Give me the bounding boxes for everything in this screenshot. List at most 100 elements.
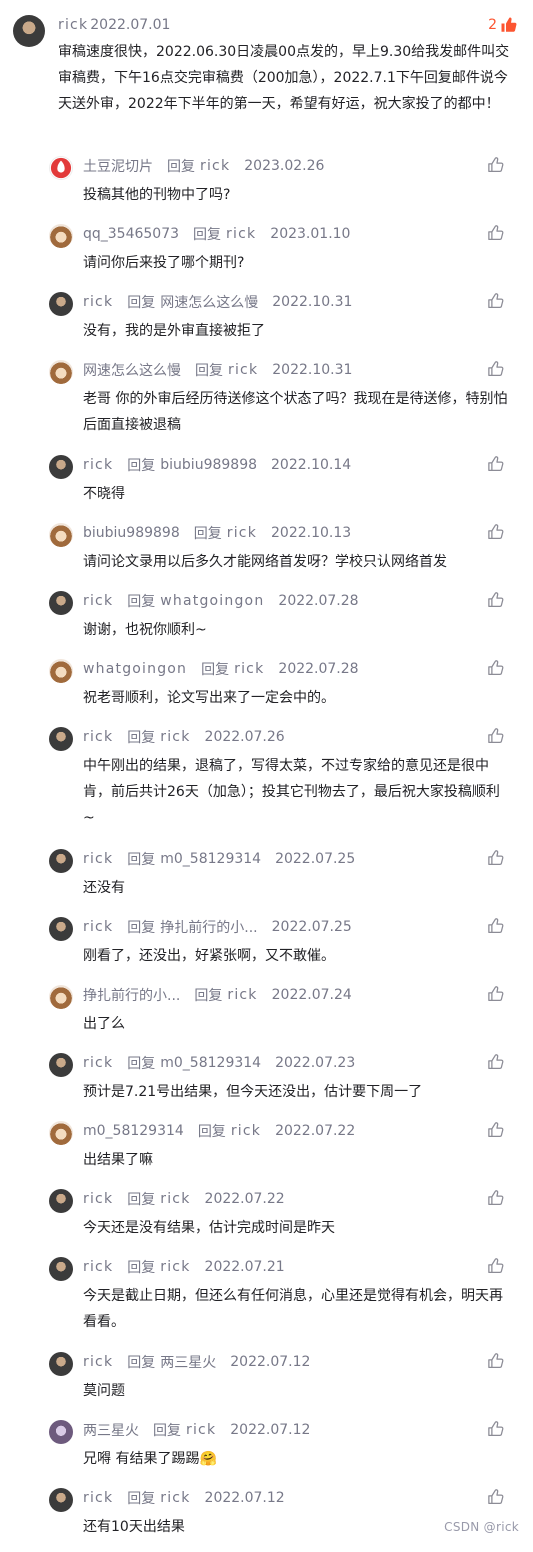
reply-username[interactable]: rick [83, 593, 113, 609]
reply-username[interactable]: rick [83, 729, 113, 745]
avatar[interactable] [49, 1488, 73, 1512]
avatar[interactable] [13, 15, 45, 47]
avatar[interactable] [49, 849, 73, 873]
avatar[interactable] [49, 727, 73, 751]
reply-target-username[interactable]: 挣扎前行的小... [160, 917, 257, 937]
reply-header: rick 回复 网速怎么这么慢 2022.10.31 [83, 291, 352, 313]
reply-target-username[interactable]: whatgoingon [160, 593, 264, 609]
thumbs-up-icon [488, 1122, 504, 1138]
reply-label: 回复 [197, 1124, 226, 1140]
thumbs-up-icon [488, 1190, 504, 1206]
reply-username[interactable]: rick [83, 851, 113, 867]
avatar[interactable] [49, 455, 73, 479]
reply-username[interactable]: biubiu989898 [83, 525, 180, 541]
avatar[interactable] [49, 1257, 73, 1281]
reply-username[interactable]: 两三星火 [83, 1420, 139, 1440]
like-button[interactable] [487, 455, 505, 473]
reply-target-username[interactable]: rick [160, 1490, 190, 1506]
avatar[interactable] [49, 156, 73, 180]
reply-target-username[interactable]: rick [160, 1191, 190, 1207]
reply-target-username[interactable]: 网速怎么这么慢 [160, 292, 258, 312]
comment-username[interactable]: rick [58, 17, 88, 33]
like-button[interactable] [487, 659, 505, 677]
like-button[interactable] [487, 917, 505, 935]
like-button[interactable] [487, 849, 505, 867]
reply-username[interactable]: rick [83, 457, 113, 473]
reply-username[interactable]: rick [83, 1055, 113, 1071]
like-button[interactable] [487, 985, 505, 1003]
reply-username[interactable]: rick [83, 1354, 113, 1370]
reply-item: rick 回复 m0_58129314 2022.07.23 预计是7.21号出结果，但… [0, 1049, 533, 1117]
avatar[interactable] [49, 292, 73, 316]
avatar[interactable] [49, 1352, 73, 1376]
reply-label: 回复 [194, 988, 223, 1004]
avatar[interactable] [49, 1121, 73, 1145]
reply-header: rick 回复 biubiu989898 2022.10.14 [83, 454, 351, 476]
like-button[interactable] [487, 1121, 505, 1139]
reply-label: 回复 [127, 295, 156, 311]
avatar[interactable] [49, 224, 73, 248]
reply-username[interactable]: 网速怎么这么慢 [83, 360, 181, 380]
reply-label: 回复 [193, 526, 222, 542]
reply-target-username[interactable]: rick [227, 987, 257, 1003]
like-button[interactable] [487, 1420, 505, 1438]
reply-header: rick 回复 两三星火 2022.07.12 [83, 1351, 310, 1373]
avatar[interactable] [49, 591, 73, 615]
like-button[interactable] [487, 1352, 505, 1370]
reply-username[interactable]: rick [83, 1191, 113, 1207]
avatar[interactable] [49, 1053, 73, 1077]
reply-target-username[interactable]: m0_58129314 [160, 851, 261, 867]
like-button[interactable] [487, 1053, 505, 1071]
reply-username[interactable]: rick [83, 294, 113, 310]
reply-target-username[interactable]: rick [227, 525, 257, 541]
avatar[interactable] [49, 917, 73, 941]
reply-target-username[interactable]: m0_58129314 [160, 1055, 261, 1071]
reply-item: rick 回复 m0_58129314 2022.07.25 还没有 [0, 845, 533, 913]
reply-target-username[interactable]: rick [160, 729, 190, 745]
reply-target-username[interactable]: rick [186, 1422, 216, 1438]
thumbs-up-icon [488, 850, 504, 866]
thumbs-up-icon [488, 361, 504, 377]
reply-target-username[interactable]: rick [231, 1123, 261, 1139]
reply-header: 两三星火 回复 rick 2022.07.12 [83, 1419, 310, 1441]
reply-target-username[interactable]: rick [228, 362, 258, 378]
avatar[interactable] [49, 659, 73, 683]
reply-date: 2022.10.31 [272, 362, 353, 378]
reply-target-username[interactable]: 两三星火 [160, 1352, 216, 1372]
avatar[interactable] [49, 1420, 73, 1444]
reply-username[interactable]: whatgoingon [83, 661, 187, 677]
reply-target-username[interactable]: rick [234, 661, 264, 677]
like-button[interactable] [487, 292, 505, 310]
reply-target-username[interactable]: rick [160, 1259, 190, 1275]
reply-date: 2023.02.26 [244, 158, 325, 174]
avatar[interactable] [49, 360, 73, 384]
avatar[interactable] [49, 523, 73, 547]
reply-date: 2022.07.22 [204, 1191, 285, 1207]
reply-header: 挣扎前行的小... 回复 rick 2022.07.24 [83, 984, 352, 1006]
like-button[interactable] [487, 1257, 505, 1275]
reply-username[interactable]: 土豆泥切片 [83, 156, 153, 176]
reply-username[interactable]: rick [83, 1259, 113, 1275]
reply-target-username[interactable]: rick [226, 226, 256, 242]
avatar[interactable] [49, 1189, 73, 1213]
like-button[interactable] [487, 1189, 505, 1207]
reply-username[interactable]: rick [83, 1490, 113, 1506]
avatar[interactable] [49, 985, 73, 1009]
like-button[interactable] [487, 591, 505, 609]
reply-text: 今天还是没有结果，估计完成时间是昨天 [83, 1220, 335, 1236]
like-button[interactable] [487, 523, 505, 541]
reply-target-username[interactable]: rick [200, 158, 230, 174]
like-button[interactable] [487, 360, 505, 378]
like-button[interactable] [487, 1488, 505, 1506]
reply-header: rick 回复 rick 2022.07.12 [83, 1487, 285, 1509]
reply-username[interactable]: 挣扎前行的小... [83, 985, 180, 1005]
reply-target-username[interactable]: biubiu989898 [160, 457, 257, 473]
like-button[interactable] [487, 156, 505, 174]
like-button[interactable] [487, 727, 505, 745]
reply-item: rick 回复 挣扎前行的小... 2022.07.25 刚看了，还没出，好紧张啊，又不… [0, 913, 533, 981]
like-button[interactable] [487, 224, 505, 242]
reply-username[interactable]: qq_35465073 [83, 226, 179, 242]
like-button[interactable]: 2 [488, 16, 518, 34]
reply-username[interactable]: rick [83, 919, 113, 935]
reply-username[interactable]: m0_58129314 [83, 1123, 184, 1139]
